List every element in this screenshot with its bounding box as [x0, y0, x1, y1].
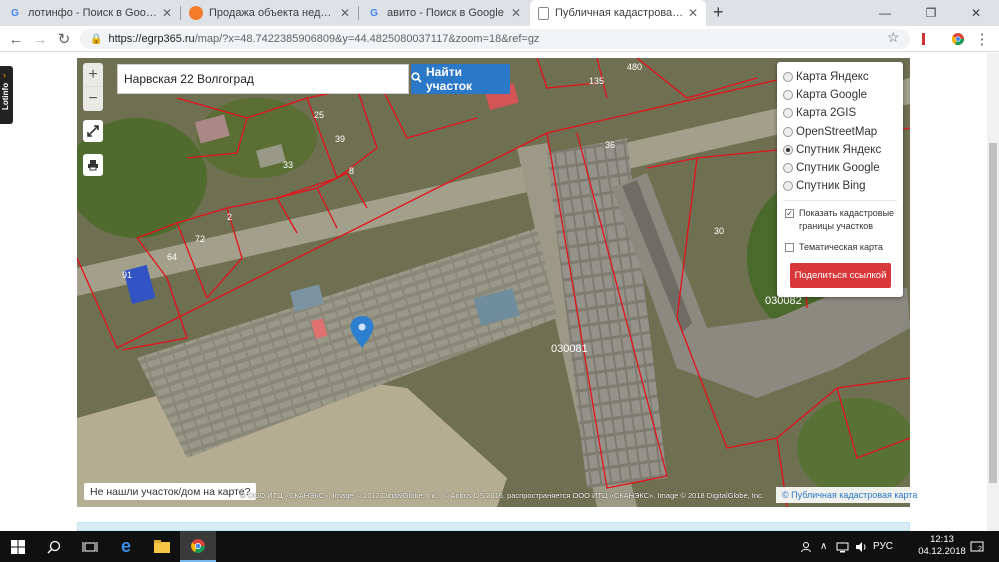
people-icon[interactable] [800, 531, 812, 562]
close-tab-icon[interactable]: ✕ [340, 6, 350, 20]
reload-icon[interactable]: ↻ [54, 29, 74, 49]
parcel-label: 72 [195, 234, 205, 244]
tab-avito-search[interactable]: G авито - Поиск в Google ✕ [359, 0, 529, 26]
chevron-up-icon[interactable]: ∧ [820, 531, 827, 562]
radio-button-selected[interactable] [783, 144, 793, 155]
avito-icon [189, 6, 203, 20]
network-icon[interactable] [836, 531, 850, 562]
file-explorer-icon[interactable] [144, 531, 180, 562]
notifications-icon[interactable]: 2 [970, 531, 984, 562]
not-found-link[interactable]: Не нашли участок/дом на карте? [84, 483, 257, 500]
radio-button[interactable] [783, 90, 793, 101]
layer-option[interactable]: Спутник Bing [783, 177, 903, 195]
parcel-label: 39 [335, 134, 345, 144]
chevron-right-icon: › [3, 70, 6, 80]
maximize-icon[interactable]: ❐ [908, 0, 954, 26]
layer-option[interactable]: Спутник Google [783, 159, 903, 177]
parcel-label: 480 [627, 62, 642, 72]
system-clock[interactable]: 12:13 04.12.2018 [918, 534, 966, 558]
parcel-label: 8 [349, 166, 354, 176]
chrome-taskbar-icon[interactable] [180, 531, 216, 562]
parcel-label: 36 [605, 140, 615, 150]
task-view-icon[interactable] [72, 531, 108, 562]
parcel-label: 25 [314, 110, 324, 120]
notification-count: 2 [978, 546, 982, 553]
speaker-icon[interactable] [855, 531, 867, 562]
close-tab-icon[interactable]: ✕ [688, 6, 698, 20]
radio-button[interactable] [783, 181, 793, 192]
parcel-label: 33 [283, 160, 293, 170]
radio-button[interactable] [783, 72, 793, 83]
page-scrollbar[interactable] [987, 53, 999, 531]
thematic-map-option[interactable]: Тематическая карта [783, 241, 903, 254]
parcel-label: 64 [167, 252, 177, 262]
edge-icon[interactable]: e [108, 531, 144, 562]
fullscreen-button[interactable] [83, 120, 103, 142]
radio-button[interactable] [783, 126, 793, 137]
layer-option-selected[interactable]: Спутник Яндекс [783, 141, 903, 159]
back-icon[interactable]: ← [6, 29, 26, 49]
close-tab-icon[interactable]: ✕ [511, 6, 521, 20]
checkbox[interactable] [785, 243, 794, 253]
browser-toolbar: ← → ↻ 🔒 https://egrp365.ru /map/?x=48.74… [0, 26, 999, 52]
info-banner [77, 522, 910, 531]
radio-button[interactable] [783, 108, 793, 119]
extension-icon[interactable] [918, 29, 928, 49]
zoom-in-button[interactable]: + [83, 63, 103, 87]
expand-icon [87, 125, 99, 137]
parcel-label: 30 [714, 226, 724, 236]
tab-avito-listing[interactable]: Продажа объекта недвижимост ✕ [181, 0, 358, 26]
tab-cadastral-map[interactable]: Публичная кадастровая карта Е ✕ [530, 0, 706, 26]
checkbox-checked[interactable]: ✓ [785, 209, 794, 219]
windows-taskbar: e ∧ РУС 12:13 04.12.2018 2 [0, 531, 999, 562]
tab-strip: G лотинфо - Поиск в Google ✕ Продажа объ… [0, 0, 999, 26]
show-borders-option[interactable]: ✓ Показать кадастровые границы участков [783, 207, 903, 233]
menu-kebab-icon[interactable]: ⋮ [972, 29, 992, 49]
parcel-label: 91 [122, 270, 132, 280]
radio-button[interactable] [783, 163, 793, 174]
printer-icon [88, 160, 98, 171]
google-icon: G [11, 7, 19, 19]
language-indicator[interactable]: РУС [873, 531, 893, 562]
layer-option[interactable]: Карта Яндекс [783, 68, 903, 86]
map-layers-panel: Карта Яндекс Карта Google Карта 2GIS Ope… [777, 62, 903, 297]
zoom-out-button[interactable]: − [83, 87, 103, 111]
windows-start-icon[interactable] [0, 531, 36, 562]
layer-option[interactable]: Карта Google [783, 86, 903, 104]
cadastral-map-link[interactable]: © Публичная кадастровая карта [776, 487, 924, 503]
tab-lotinfo-search[interactable]: G лотинфо - Поиск в Google ✕ [0, 0, 180, 26]
page-icon [538, 6, 549, 20]
minimize-icon[interactable]: — [862, 0, 908, 26]
panel-divider [783, 200, 897, 202]
scrollbar-thumb[interactable] [989, 143, 997, 483]
parcel-label: 030081 [551, 343, 588, 355]
search-icon[interactable] [36, 531, 72, 562]
address-search-input[interactable] [117, 64, 409, 94]
search-icon [411, 72, 422, 86]
map-attribution: © ООО ИТЦ «СКАНЭКС», Image © 2012 Digita… [240, 491, 764, 500]
chrome-profile-icon[interactable] [948, 29, 968, 49]
find-parcel-button[interactable]: Найти участок [411, 64, 510, 94]
parcel-label: 135 [589, 76, 604, 86]
print-button[interactable] [83, 154, 103, 176]
zoom-control: + − [83, 63, 103, 111]
layer-option[interactable]: OpenStreetMap [783, 123, 903, 141]
bookmark-star-icon[interactable]: ☆ [887, 29, 900, 46]
layer-option[interactable]: Карта 2GIS [783, 104, 903, 122]
url-host: https://egrp365.ru [108, 33, 195, 45]
share-link-button[interactable]: Поделиться ссылкой [790, 263, 891, 289]
new-tab-button[interactable]: + [713, 2, 724, 23]
google-icon: G [370, 7, 378, 19]
close-window-icon[interactable]: ✕ [953, 0, 999, 26]
url-path: /map/?x=48.7422385906809&y=44.4825080037… [194, 33, 540, 45]
close-tab-icon[interactable]: ✕ [162, 6, 172, 20]
lotinfo-extension-tab[interactable]: › Lotinfo [0, 66, 13, 124]
address-bar[interactable]: 🔒 https://egrp365.ru /map/?x=48.74223859… [80, 29, 910, 49]
lock-icon: 🔒 [90, 33, 103, 45]
parcel-label: 2 [227, 212, 232, 222]
forward-icon[interactable]: → [30, 29, 50, 49]
